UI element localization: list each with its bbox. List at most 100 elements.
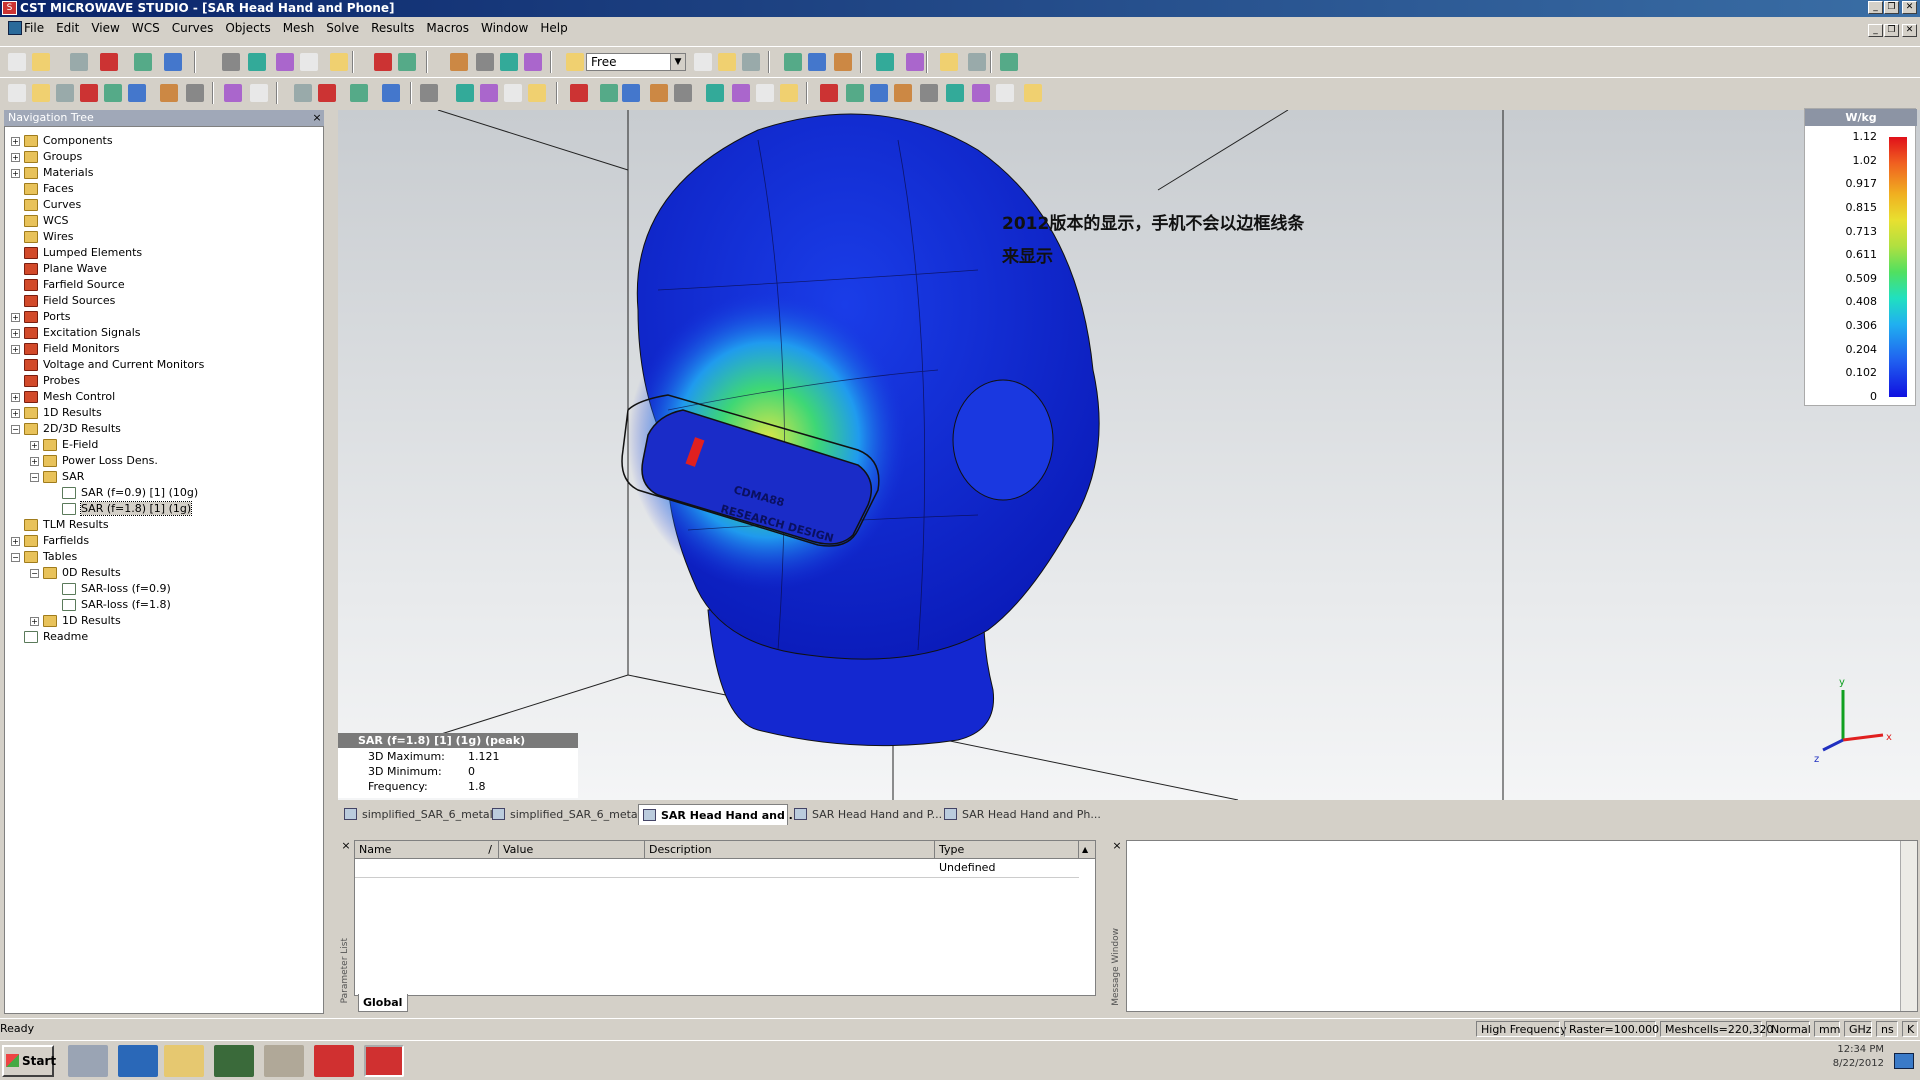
doc-tab-1[interactable]: simplified_SAR_6_metal1 <box>340 804 500 825</box>
shape-torus-icon[interactable] <box>80 84 98 102</box>
menu-curves[interactable]: Curves <box>166 17 220 39</box>
col-header-description[interactable]: Description <box>645 841 935 859</box>
tree-item[interactable]: Curves <box>11 197 81 213</box>
menu-objects[interactable]: Objects <box>219 17 276 39</box>
tree-item[interactable]: − 0D Results <box>30 565 121 581</box>
tree-item[interactable]: + Field Monitors <box>11 341 119 357</box>
message-close-button[interactable]: × <box>1111 840 1123 852</box>
shape-sphere-icon[interactable] <box>32 84 50 102</box>
tree-item[interactable]: Farfield Source <box>11 277 125 293</box>
boolean-icon[interactable] <box>350 84 368 102</box>
shape-cone-icon[interactable] <box>56 84 74 102</box>
mesh-icon[interactable] <box>894 84 912 102</box>
menu-window[interactable]: Window <box>475 17 534 39</box>
tree-expander[interactable]: + <box>11 392 20 402</box>
menu-edit[interactable]: Edit <box>50 17 85 39</box>
tree-item[interactable]: TLM Results <box>11 517 109 533</box>
tree-item[interactable]: + Power Loss Dens. <box>30 453 158 469</box>
new-file-icon[interactable] <box>968 53 986 71</box>
field-icon[interactable] <box>186 84 204 102</box>
port-icon[interactable] <box>732 84 750 102</box>
tree-item[interactable]: +1D Results <box>30 613 121 629</box>
doc-minimize-button[interactable]: _ <box>1868 24 1883 37</box>
mesh-icon[interactable] <box>650 84 668 102</box>
transform-icon[interactable] <box>382 84 400 102</box>
shape-brick-icon[interactable] <box>996 84 1014 102</box>
tree-expander[interactable]: − <box>11 552 20 562</box>
cst-app-icon[interactable] <box>314 1045 354 1077</box>
tree-item[interactable]: Lumped Elements <box>11 245 142 261</box>
col-header-type[interactable]: Type <box>935 841 1079 859</box>
redo-icon[interactable] <box>476 53 494 71</box>
document-icon[interactable] <box>8 21 22 35</box>
tree-item[interactable]: Voltage and Current Monitors <box>11 357 204 373</box>
tree-item[interactable]: Probes <box>11 373 80 389</box>
shape-torus-icon[interactable] <box>318 84 336 102</box>
message-scrollbar[interactable] <box>1900 841 1917 1011</box>
shape-torus-icon[interactable] <box>570 84 588 102</box>
tree-item[interactable]: WCS <box>11 213 69 229</box>
pan-icon[interactable] <box>524 53 542 71</box>
boolean-icon[interactable] <box>600 84 618 102</box>
tree-expander[interactable]: + <box>11 312 20 322</box>
restore-button[interactable]: ❐ <box>1884 1 1899 14</box>
global-tab[interactable]: Global <box>358 994 408 1012</box>
tree-item[interactable]: SAR (f=1.8) [1] (1g) <box>49 501 193 517</box>
tree-item[interactable]: + Excitation Signals <box>11 325 141 341</box>
doc-close-button[interactable]: ✕ <box>1902 24 1917 37</box>
explorer-icon[interactable] <box>164 1045 204 1077</box>
field-icon[interactable] <box>920 84 938 102</box>
tree-item[interactable]: SAR (f=0.9) [1] (10g) <box>49 485 198 501</box>
param-list-close-button[interactable]: × <box>340 840 352 852</box>
tree-expander[interactable]: − <box>11 424 20 434</box>
doc-restore-button[interactable]: ❐ <box>1884 24 1899 37</box>
powershell-icon[interactable] <box>118 1045 158 1077</box>
save-icon[interactable] <box>70 53 88 71</box>
tree-expander[interactable]: − <box>30 472 39 482</box>
zoom-fit-icon[interactable] <box>276 53 294 71</box>
mode-select[interactable]: Free ▼ <box>586 53 686 71</box>
probe-icon[interactable] <box>456 84 474 102</box>
doc-tab-5[interactable]: SAR Head Hand and Ph... <box>940 804 1101 825</box>
shape-brick-icon[interactable] <box>8 84 26 102</box>
col-header-name[interactable]: Name / <box>355 841 499 859</box>
start-button[interactable]: Start <box>2 1045 56 1077</box>
zoom-icon[interactable] <box>876 53 894 71</box>
open-folder-icon[interactable] <box>32 53 50 71</box>
tree-expander[interactable]: + <box>11 344 20 354</box>
doc-tab-3[interactable]: SAR Head Hand and ... <box>638 804 801 825</box>
shape-sphere-icon[interactable] <box>528 84 546 102</box>
shape-sphere-icon[interactable] <box>780 84 798 102</box>
param-row-type[interactable]: Undefined <box>939 861 995 874</box>
cst-app-active-icon[interactable] <box>364 1045 404 1077</box>
zoom-fit-icon[interactable] <box>566 53 584 71</box>
tree-expander[interactable]: + <box>11 136 20 146</box>
message-window[interactable] <box>1126 840 1918 1012</box>
show-desktop-icon[interactable] <box>1894 1053 1914 1069</box>
tree-item[interactable]: + Ports <box>11 309 71 325</box>
tree-expander[interactable]: + <box>30 440 39 450</box>
boolean-icon[interactable] <box>846 84 864 102</box>
shape-cone-icon[interactable] <box>294 84 312 102</box>
tree-item[interactable]: Faces <box>11 181 74 197</box>
tree-expander[interactable]: + <box>11 152 20 162</box>
tree-item[interactable]: Field Sources <box>11 293 115 309</box>
save-icon[interactable] <box>742 53 760 71</box>
port-icon[interactable] <box>972 84 990 102</box>
tree-item[interactable]: + Groups <box>11 149 82 165</box>
menu-help[interactable]: Help <box>534 17 573 39</box>
zoom-fit-icon[interactable] <box>906 53 924 71</box>
tree-item[interactable]: + E-Field <box>30 437 98 453</box>
tree-item[interactable]: − 2D/3D Results <box>11 421 121 437</box>
tree-expander[interactable]: + <box>30 616 39 626</box>
boolean-icon[interactable] <box>104 84 122 102</box>
server-manager-icon[interactable] <box>68 1045 108 1077</box>
new-file-icon[interactable] <box>8 53 26 71</box>
rotate-icon[interactable] <box>500 53 518 71</box>
settings-icon[interactable] <box>264 1045 304 1077</box>
tree-item[interactable]: SAR-loss (f=0.9) <box>49 581 171 597</box>
shape-torus-icon[interactable] <box>820 84 838 102</box>
tree-item[interactable]: + Mesh Control <box>11 389 115 405</box>
select-icon[interactable] <box>300 53 318 71</box>
tree-item[interactable]: − SAR <box>30 469 84 485</box>
